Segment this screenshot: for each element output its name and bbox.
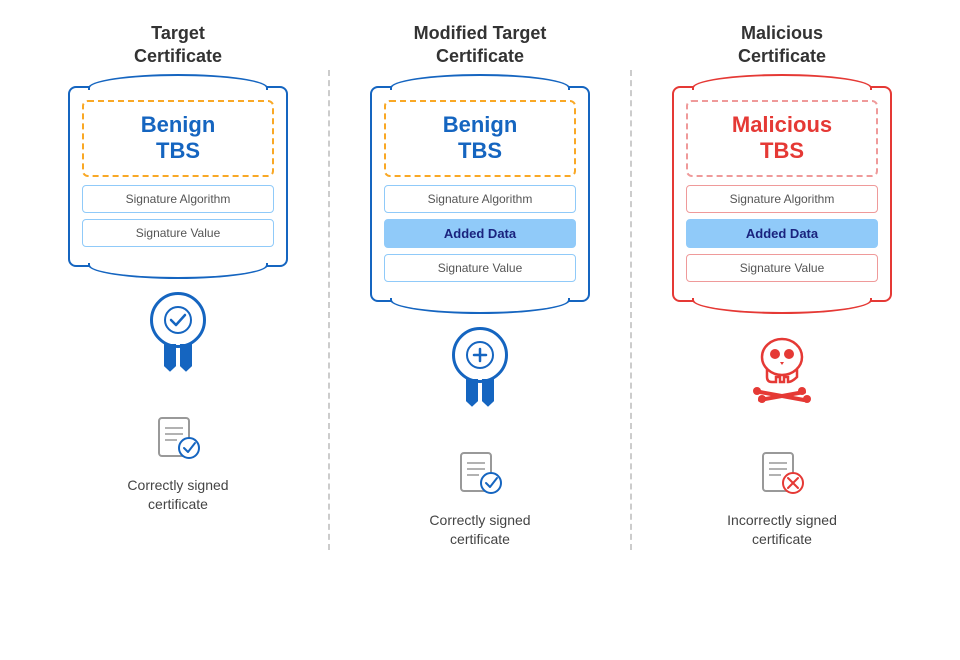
badge-ribbons-modified xyxy=(466,379,494,407)
column-target: TargetCertificate BenignTBS Signature Al… xyxy=(28,20,328,515)
column-title-modified: Modified TargetCertificate xyxy=(414,20,547,70)
verified-doc-icon xyxy=(151,413,206,463)
bottom-section-target: Correctly signedcertificate xyxy=(127,403,228,515)
ribbon-right xyxy=(180,344,192,372)
verified-doc-icon-modified xyxy=(453,448,508,498)
ribbon-left xyxy=(164,344,176,372)
bottom-section-malicious: Incorrectly signedcertificate xyxy=(727,438,837,550)
column-malicious: MaliciousCertificate MaliciousTBS Signat… xyxy=(632,20,932,550)
cert-icon-malicious xyxy=(742,322,822,412)
plus-icon xyxy=(465,340,495,370)
field-sig-value-modified: Signature Value xyxy=(384,254,576,282)
tbs-label-malicious: MaliciousTBS xyxy=(696,112,868,165)
certificate-scroll-target: BenignTBS Signature Algorithm Signature … xyxy=(68,86,288,267)
tbs-label-target: BenignTBS xyxy=(92,112,264,165)
tbs-box-malicious: MaliciousTBS xyxy=(686,100,878,177)
field-sig-value-malicious: Signature Value xyxy=(686,254,878,282)
ribbon-left-modified xyxy=(466,379,478,407)
checkmark-icon xyxy=(163,305,193,335)
field-sig-algo-modified: Signature Algorithm xyxy=(384,185,576,213)
field-sig-algo-malicious: Signature Algorithm xyxy=(686,185,878,213)
certificate-scroll-malicious: MaliciousTBS Signature Algorithm Added D… xyxy=(672,86,892,302)
column-title-malicious: MaliciousCertificate xyxy=(738,20,826,70)
column-title-target: TargetCertificate xyxy=(134,20,222,70)
cert-icon-target xyxy=(150,287,206,377)
badge-ribbons-target xyxy=(164,344,192,372)
column-modified: Modified TargetCertificate BenignTBS Sig… xyxy=(330,20,630,550)
award-badge-modified xyxy=(452,327,508,407)
skull-icon xyxy=(742,327,822,407)
field-sig-value-target: Signature Value xyxy=(82,219,274,247)
field-added-data-modified: Added Data xyxy=(384,219,576,248)
status-text-target: Correctly signedcertificate xyxy=(127,476,228,515)
status-text-modified: Correctly signedcertificate xyxy=(429,511,530,550)
ribbon-right-modified xyxy=(482,379,494,407)
badge-circle-modified xyxy=(452,327,508,383)
field-sig-algo-target: Signature Algorithm xyxy=(82,185,274,213)
tbs-box-modified: BenignTBS xyxy=(384,100,576,177)
cert-icon-modified xyxy=(452,322,508,412)
tbs-box-target: BenignTBS xyxy=(82,100,274,177)
field-added-data-malicious: Added Data xyxy=(686,219,878,248)
bottom-section-modified: Correctly signedcertificate xyxy=(429,438,530,550)
doc-check-icon-modified xyxy=(453,448,508,503)
tbs-label-modified: BenignTBS xyxy=(394,112,566,165)
status-text-malicious: Incorrectly signedcertificate xyxy=(727,511,837,550)
badge-circle-target xyxy=(150,292,206,348)
doc-check-icon-target xyxy=(151,413,206,468)
doc-x-icon-malicious xyxy=(755,448,810,503)
award-badge-target xyxy=(150,292,206,372)
invalid-doc-icon xyxy=(755,448,810,498)
main-container: TargetCertificate BenignTBS Signature Al… xyxy=(0,20,960,550)
certificate-scroll-modified: BenignTBS Signature Algorithm Added Data… xyxy=(370,86,590,302)
